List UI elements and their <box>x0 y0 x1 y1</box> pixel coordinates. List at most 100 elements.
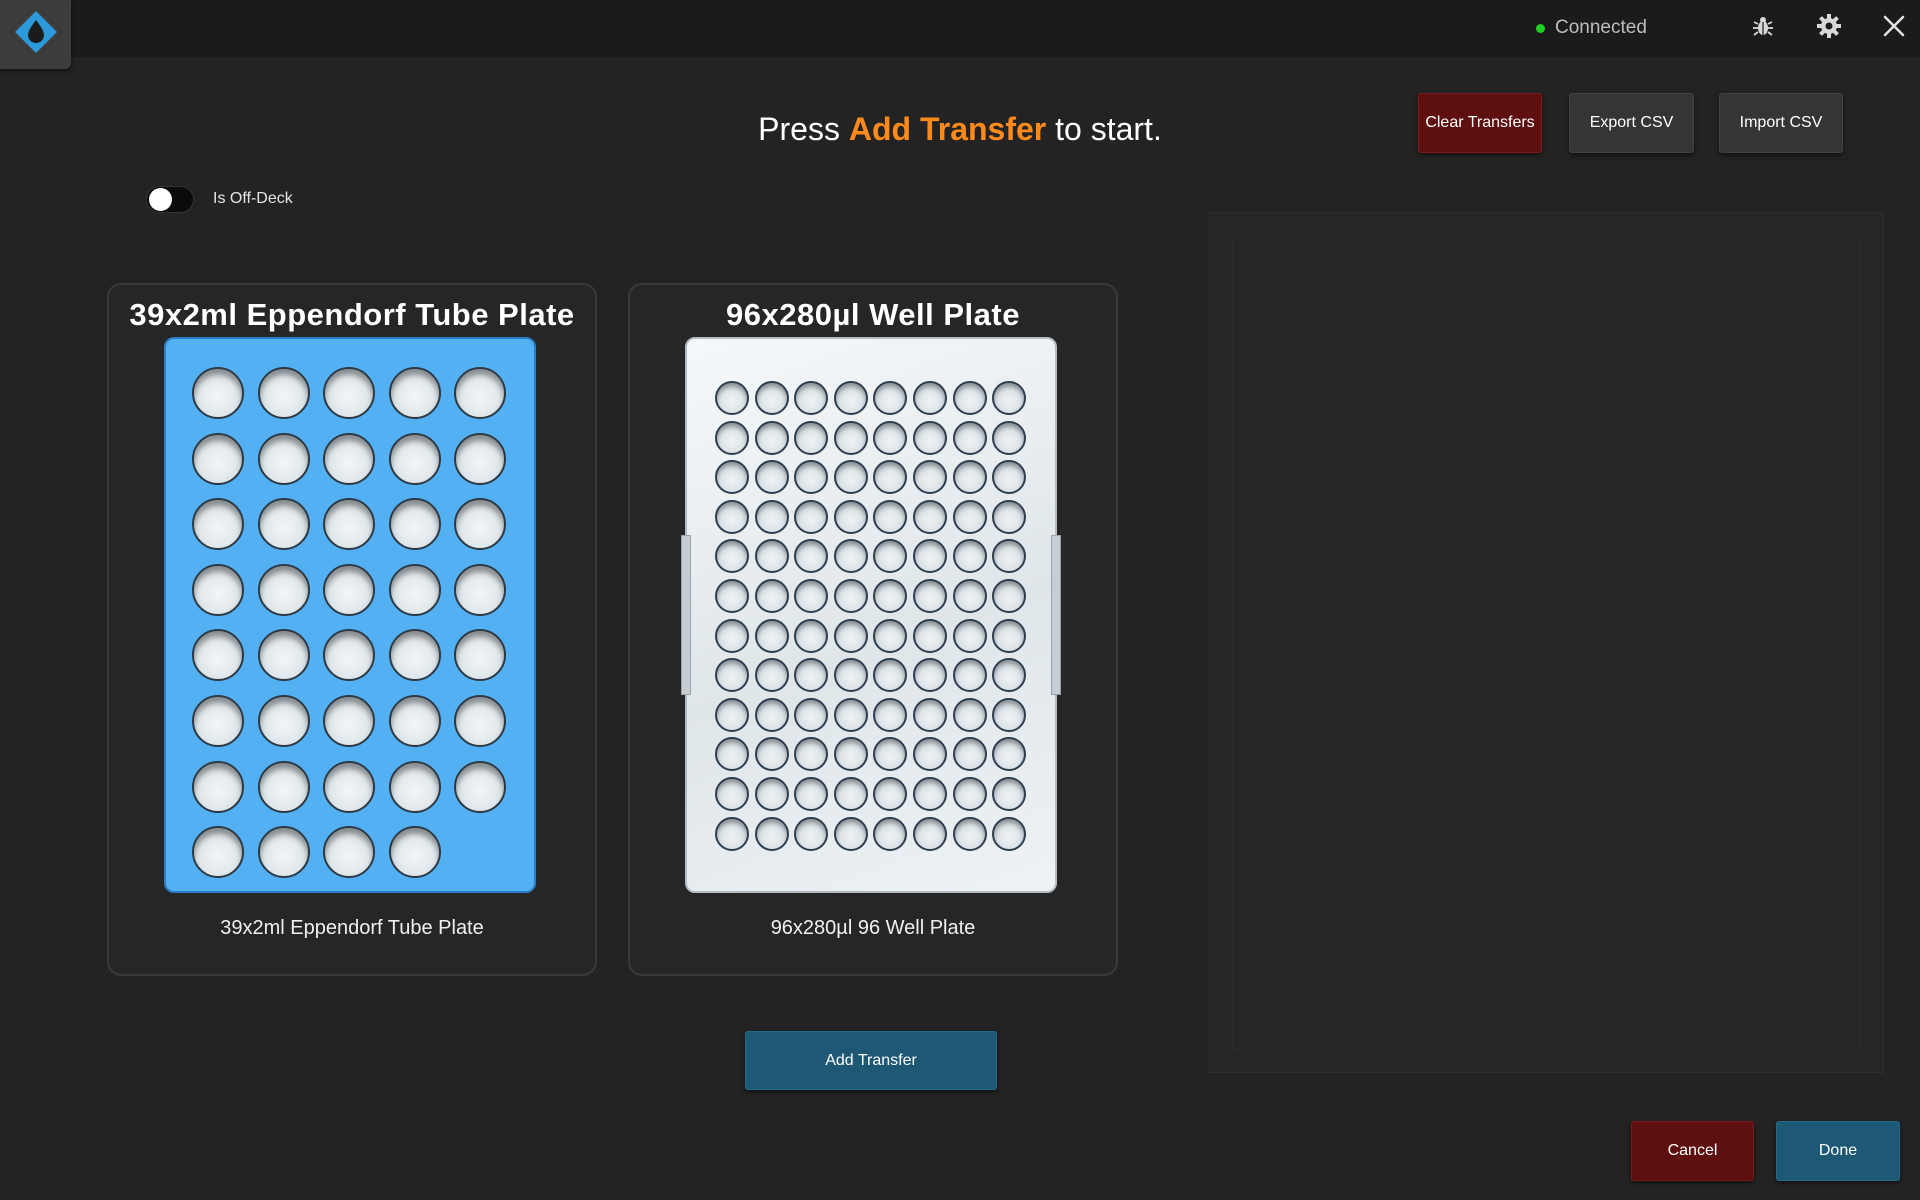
plate-well[interactable] <box>913 460 947 495</box>
plate-well[interactable] <box>794 539 829 574</box>
tube-well[interactable] <box>323 432 375 485</box>
plate-well[interactable] <box>952 460 987 495</box>
tube-well[interactable] <box>454 563 506 616</box>
tube-well[interactable] <box>323 826 375 879</box>
plate-well[interactable] <box>794 658 829 693</box>
plate-well[interactable] <box>873 777 908 811</box>
tube-well[interactable] <box>388 695 441 747</box>
plate-well[interactable] <box>873 618 908 653</box>
plate-well[interactable] <box>715 499 749 534</box>
tube-well[interactable] <box>192 498 244 551</box>
plate-well[interactable] <box>794 499 829 534</box>
bug-report-button[interactable] <box>1747 12 1779 44</box>
plate-well[interactable] <box>715 381 749 415</box>
plate-well[interactable] <box>913 658 947 693</box>
tube-well[interactable] <box>257 826 310 879</box>
plate-well[interactable] <box>873 579 908 613</box>
tube-well[interactable] <box>454 629 506 682</box>
plate-well[interactable] <box>833 777 868 811</box>
plate-well[interactable] <box>715 618 749 653</box>
plate-well[interactable] <box>754 697 789 732</box>
plate-well[interactable] <box>873 499 908 534</box>
plate-well[interactable] <box>873 697 908 732</box>
plate-well[interactable] <box>992 658 1027 693</box>
plate-well[interactable] <box>754 460 789 495</box>
add-transfer-button[interactable]: Add Transfer <box>745 1031 997 1090</box>
plate-well[interactable] <box>952 579 987 613</box>
tube-well[interactable] <box>388 629 441 682</box>
tube-well[interactable] <box>192 563 244 616</box>
plate-well[interactable] <box>873 816 908 851</box>
plate-well[interactable] <box>873 539 908 574</box>
plate-well[interactable] <box>754 816 789 851</box>
plate-well[interactable] <box>754 658 789 693</box>
plate-well[interactable] <box>952 737 987 772</box>
plate-well[interactable] <box>833 460 868 495</box>
plate-well[interactable] <box>794 579 829 613</box>
tube-well[interactable] <box>388 826 441 879</box>
plate-well[interactable] <box>913 420 947 455</box>
plate-well[interactable] <box>754 420 789 455</box>
plate-well[interactable] <box>992 816 1027 851</box>
well-plate-graphic[interactable] <box>681 337 1061 893</box>
tube-well[interactable] <box>388 760 441 813</box>
plate-well[interactable] <box>833 816 868 851</box>
plate-well[interactable] <box>913 697 947 732</box>
plate-well[interactable] <box>952 697 987 732</box>
plate-well[interactable] <box>873 420 908 455</box>
plate-well[interactable] <box>715 777 749 811</box>
tube-well[interactable] <box>323 760 375 813</box>
tube-well[interactable] <box>388 367 441 419</box>
plate-well[interactable] <box>754 539 789 574</box>
plate-well[interactable] <box>992 499 1027 534</box>
tube-well[interactable] <box>388 563 441 616</box>
plate-well[interactable] <box>952 539 987 574</box>
done-button[interactable]: Done <box>1776 1121 1900 1181</box>
plate-well[interactable] <box>952 658 987 693</box>
plate-well[interactable] <box>992 777 1027 811</box>
plate-well[interactable] <box>754 579 789 613</box>
tube-well[interactable] <box>388 432 441 485</box>
tube-well[interactable] <box>323 367 375 419</box>
tube-well[interactable] <box>257 367 310 419</box>
plate-well[interactable] <box>992 460 1027 495</box>
plate-well[interactable] <box>794 697 829 732</box>
plate-well[interactable] <box>794 420 829 455</box>
plate-well[interactable] <box>794 618 829 653</box>
close-button[interactable] <box>1878 12 1910 44</box>
import-csv-button[interactable]: Import CSV <box>1719 93 1843 153</box>
tube-well[interactable] <box>257 760 310 813</box>
app-logo-button[interactable] <box>0 0 71 69</box>
tube-well[interactable] <box>323 695 375 747</box>
tube-well[interactable] <box>454 367 506 419</box>
plate-well[interactable] <box>873 460 908 495</box>
tube-well[interactable] <box>257 432 310 485</box>
tube-well[interactable] <box>192 629 244 682</box>
cancel-button[interactable]: Cancel <box>1631 1121 1754 1181</box>
tube-well[interactable] <box>388 498 441 551</box>
plate-well[interactable] <box>715 658 749 693</box>
tube-well[interactable] <box>454 498 506 551</box>
tube-well[interactable] <box>257 498 310 551</box>
tube-well[interactable] <box>323 563 375 616</box>
tube-well[interactable] <box>323 629 375 682</box>
tube-well[interactable] <box>192 695 244 747</box>
plate-well[interactable] <box>754 381 789 415</box>
plate-well[interactable] <box>952 816 987 851</box>
clear-transfers-button[interactable]: Clear Transfers <box>1418 93 1542 153</box>
plate-well[interactable] <box>913 777 947 811</box>
off-deck-toggle[interactable] <box>146 186 194 213</box>
plate-well[interactable] <box>913 539 947 574</box>
labware-card-well-plate[interactable]: 96x280µl Well Plate 96x280µl 96 Well Pla… <box>628 283 1118 976</box>
plate-well[interactable] <box>715 697 749 732</box>
tube-well[interactable] <box>454 760 506 813</box>
plate-well[interactable] <box>833 737 868 772</box>
labware-card-tube-plate[interactable]: 39x2ml Eppendorf Tube Plate 39x2ml Eppen… <box>107 283 597 976</box>
plate-well[interactable] <box>952 381 987 415</box>
plate-well[interactable] <box>794 777 829 811</box>
plate-well[interactable] <box>794 737 829 772</box>
plate-well[interactable] <box>833 579 868 613</box>
plate-well[interactable] <box>992 697 1027 732</box>
plate-well[interactable] <box>833 499 868 534</box>
tube-well[interactable] <box>454 432 506 485</box>
